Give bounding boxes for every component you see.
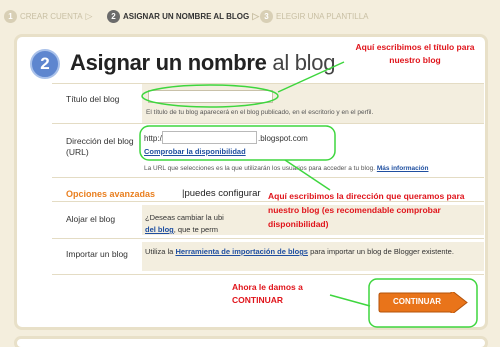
address-label: Dirección del blog (URL) bbox=[66, 136, 134, 157]
step-badge: 2 bbox=[30, 49, 60, 79]
step-label: ASIGNAR UN NOMBRE AL BLOG bbox=[123, 11, 250, 21]
annotation-continue: Ahora le damos a CONTINUAR bbox=[232, 282, 303, 305]
step-create-account: 1 CREAR CUENTA ▷ bbox=[4, 9, 92, 23]
step-label: CREAR CUENTA bbox=[20, 11, 83, 21]
host-text-b: , que te perm bbox=[173, 225, 218, 234]
advanced-options-text: |puedes configurar bbox=[182, 188, 261, 199]
page-title-light: al blog bbox=[272, 50, 336, 75]
continue-button[interactable]: CONTINUAR bbox=[377, 292, 469, 313]
advanced-options-desc: puedes configurar bbox=[184, 188, 261, 199]
import-desc: Utiliza la Herramienta de importación de… bbox=[142, 242, 484, 271]
chevron-right-icon: ▷ bbox=[252, 10, 260, 21]
progress-steps: 1 CREAR CUENTA ▷ 2 ASIGNAR UN NOMBRE AL … bbox=[0, 0, 500, 30]
title-hint: El título de tu blog aparecerá en el blo… bbox=[146, 109, 374, 116]
step-number: 2 bbox=[107, 9, 120, 23]
page-title: Asignar un nombre al blog bbox=[70, 50, 335, 76]
title-label: Título del blog bbox=[66, 94, 120, 104]
blog-title-input[interactable] bbox=[148, 90, 273, 103]
import-text-a: Utiliza la bbox=[145, 247, 174, 256]
address-field-area: http:// .blogspot.com Comprobar la dispo… bbox=[142, 124, 484, 177]
next-card-edge bbox=[14, 336, 488, 347]
chevron-right-icon: ▷ bbox=[85, 10, 93, 21]
address-hint-text: La URL que selecciones es la que utiliza… bbox=[144, 165, 376, 172]
advanced-options-heading[interactable]: Opciones avanzadas bbox=[66, 189, 155, 199]
step-number: 1 bbox=[4, 9, 17, 23]
host-label: Alojar el blog bbox=[66, 214, 116, 224]
host-text-a: ¿Deseas cambiar la ubi bbox=[145, 213, 224, 222]
domain-suffix: .blogspot.com bbox=[258, 134, 308, 143]
host-link[interactable]: del blog bbox=[145, 225, 174, 234]
address-row: Dirección del blog (URL) http:// .blogsp… bbox=[52, 124, 484, 178]
import-text-b: para importar un blog de Blogger existen… bbox=[310, 247, 454, 256]
check-availability-link[interactable]: Comprobar la disponibilidad bbox=[144, 147, 246, 156]
title-field-area: El título de tu blog aparecerá en el blo… bbox=[142, 84, 484, 123]
step-choose-template: 3 ELEGIR UNA PLANTILLA bbox=[260, 9, 368, 23]
import-label: Importar un blog bbox=[66, 249, 128, 259]
http-prefix: http:// bbox=[144, 134, 165, 143]
annotation-title: Aquí escribimos el título para nuestro b… bbox=[355, 42, 475, 65]
more-info-link[interactable]: Más información bbox=[377, 165, 429, 172]
page-title-bold: Asignar un nombre bbox=[70, 50, 267, 75]
blog-form: Título del blog El título de tu blog apa… bbox=[52, 83, 484, 178]
annotation-url: Aquí escribimos la dirección que queramo… bbox=[268, 191, 465, 229]
import-row: Importar un blog Utiliza la Herramienta … bbox=[52, 239, 484, 275]
import-tool-link[interactable]: Herramienta de importación de blogs bbox=[175, 247, 308, 256]
step-assign-name: 2 ASIGNAR UN NOMBRE AL BLOG ▷ bbox=[107, 9, 259, 23]
blog-url-input[interactable] bbox=[162, 131, 257, 144]
continue-label: CONTINUAR bbox=[393, 297, 441, 306]
address-hint: La URL que selecciones es la que utiliza… bbox=[144, 165, 428, 172]
step-label: ELEGIR UNA PLANTILLA bbox=[276, 11, 369, 21]
title-row: Título del blog El título de tu blog apa… bbox=[52, 84, 484, 124]
step-number: 3 bbox=[260, 9, 273, 23]
